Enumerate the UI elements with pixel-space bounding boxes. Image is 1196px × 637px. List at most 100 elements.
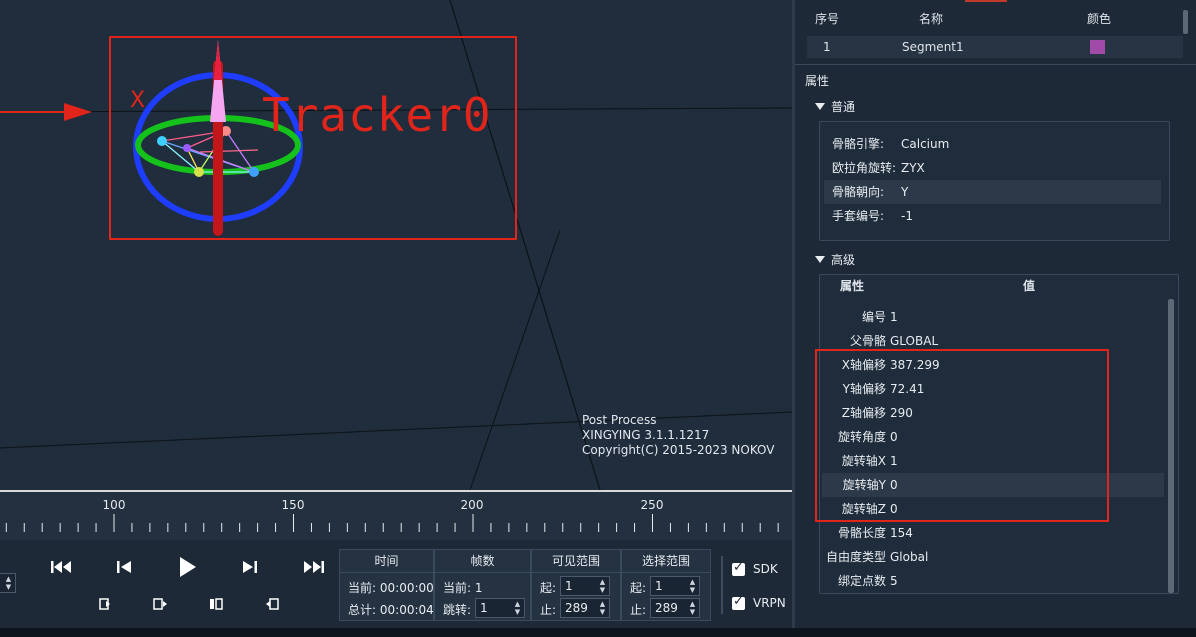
step-back-button[interactable] bbox=[112, 556, 136, 578]
selection-start-value: 1 bbox=[655, 579, 663, 593]
general-properties-box: 骨骼引擎: Calcium 欧拉角旋转: ZYX 骨骼朝向: Y 手套编号: -… bbox=[819, 121, 1170, 241]
play-button[interactable] bbox=[173, 553, 201, 581]
tracker-name-label: Tracker0 bbox=[262, 88, 492, 142]
advanced-value: 5 bbox=[890, 574, 898, 588]
advanced-row[interactable]: 编号 1 bbox=[822, 305, 1164, 329]
general-value: ZYX bbox=[901, 161, 925, 175]
axis-x-label: X bbox=[130, 88, 146, 113]
playback-controls: ▲ ▼ 时间 当前: 00:00:00 总计: 00:00:04 帧数 当前: … bbox=[0, 540, 792, 628]
frames-header: 帧数 bbox=[435, 550, 530, 573]
prev-key-icon bbox=[99, 598, 110, 610]
advanced-table-header: 属性 值 bbox=[820, 275, 1178, 297]
play-icon bbox=[180, 557, 196, 577]
advanced-value: Global bbox=[890, 550, 929, 564]
segment-name: Segment1 bbox=[902, 40, 964, 54]
segment-color-swatch[interactable] bbox=[1090, 40, 1105, 54]
time-total-label: 总计: bbox=[348, 603, 377, 617]
visible-end-label: 止: bbox=[540, 603, 557, 617]
selection-start-stepper[interactable]: 1 ▲ ▼ bbox=[650, 576, 700, 596]
watermark-line: Copyright(C) 2015-2023 NOKOV bbox=[582, 443, 775, 457]
bottom-strip bbox=[0, 628, 1196, 637]
time-current-value: 00:00:00 bbox=[379, 581, 434, 595]
general-row[interactable]: 手套编号: -1 bbox=[824, 204, 1161, 228]
advanced-key: 绑定点数 bbox=[837, 574, 886, 588]
advanced-key: 骨骼长度 bbox=[837, 526, 886, 540]
frames-jump-stepper[interactable]: 1 ▲ ▼ bbox=[475, 598, 525, 618]
next-key-icon bbox=[266, 598, 279, 610]
collapse-triangle-icon bbox=[815, 256, 825, 263]
selection-end-stepper[interactable]: 289 ▲ ▼ bbox=[650, 598, 700, 618]
mark-in-icon bbox=[153, 598, 167, 610]
tab-indicator bbox=[965, 0, 1007, 2]
segment-col-color: 颜色 bbox=[1087, 12, 1112, 26]
sdk-checkbox[interactable] bbox=[732, 560, 745, 576]
timeline-ruler[interactable]: 100 150 200 250 bbox=[0, 490, 792, 542]
3d-viewport[interactable]: X Tracker0 Post Process XINGYING 3.1.1.1… bbox=[0, 0, 792, 490]
visible-start-value: 1 bbox=[565, 579, 573, 593]
visible-end-stepper[interactable]: 289 ▲ ▼ bbox=[560, 598, 610, 618]
frames-group: 帧数 当前: 1 跳转: 1 ▲ ▼ bbox=[434, 549, 531, 621]
general-row[interactable]: 骨骼朝向: Y bbox=[824, 180, 1161, 204]
advanced-value: 1 bbox=[890, 310, 898, 324]
time-header: 时间 bbox=[340, 550, 433, 573]
advanced-key: 自由度类型 bbox=[825, 550, 886, 564]
step-forward-icon bbox=[243, 561, 257, 573]
general-key: 骨骼引擎: bbox=[832, 137, 885, 151]
mark-out-icon bbox=[210, 598, 223, 610]
visible-start-stepper[interactable]: 1 ▲ ▼ bbox=[560, 576, 610, 596]
skip-to-end-button[interactable] bbox=[301, 556, 327, 578]
advanced-section-toggle[interactable]: 高级 bbox=[815, 251, 855, 268]
selection-range-header: 选择范围 bbox=[622, 550, 710, 573]
collapse-triangle-icon bbox=[815, 103, 825, 110]
sdk-label: SDK bbox=[753, 562, 778, 576]
step-forward-button[interactable] bbox=[238, 556, 262, 578]
general-key: 骨骼朝向: bbox=[832, 185, 885, 199]
general-value: -1 bbox=[901, 209, 913, 223]
visible-end-value: 289 bbox=[565, 601, 588, 615]
vrpn-label: VRPN bbox=[753, 596, 786, 610]
advanced-row[interactable]: 自由度类型 Global bbox=[822, 545, 1164, 569]
advanced-row[interactable]: 绑定点数 5 bbox=[822, 569, 1164, 593]
time-current-label: 当前: bbox=[348, 581, 377, 595]
timeline-ticks bbox=[5, 514, 779, 532]
time-total-value: 00:00:04 bbox=[379, 603, 434, 617]
general-section-title: 普通 bbox=[831, 100, 856, 114]
general-row[interactable]: 欧拉角旋转: ZYX bbox=[824, 156, 1161, 180]
skip-to-end-icon bbox=[304, 561, 324, 573]
offset-highlight-box bbox=[815, 349, 1109, 522]
prev-key-button[interactable] bbox=[94, 596, 114, 612]
vrpn-checkbox[interactable] bbox=[732, 594, 745, 610]
segment-table: 序号 名称 颜色 1 Segment1 bbox=[807, 8, 1183, 58]
mark-in-button[interactable] bbox=[150, 596, 170, 612]
segment-index: 1 bbox=[823, 40, 831, 54]
general-value: Y bbox=[901, 185, 909, 199]
general-key: 欧拉角旋转: bbox=[832, 161, 897, 175]
segment-col-index: 序号 bbox=[815, 12, 840, 26]
right-panel: 序号 名称 颜色 1 Segment1 属性 普通 骨骼引擎: Calcium … bbox=[792, 0, 1196, 628]
segment-row[interactable]: 1 Segment1 bbox=[807, 36, 1183, 58]
general-section-toggle[interactable]: 普通 bbox=[815, 98, 855, 115]
time-current-row: 当前: 00:00:00 bbox=[348, 579, 434, 596]
advanced-scrollbar[interactable] bbox=[1168, 299, 1174, 593]
speed-stepper[interactable]: ▲ ▼ bbox=[0, 573, 16, 593]
selection-end-value: 289 bbox=[655, 601, 678, 615]
frames-current-label: 当前: bbox=[443, 581, 472, 595]
time-total-row: 总计: 00:00:04 bbox=[348, 601, 434, 618]
mark-out-button[interactable] bbox=[206, 596, 226, 612]
segment-table-header: 序号 名称 颜色 bbox=[807, 8, 1183, 30]
frames-jump-label: 跳转: bbox=[443, 603, 472, 617]
visible-range-header: 可见范围 bbox=[532, 550, 620, 573]
watermark: Post Process XINGYING 3.1.1.1217 Copyrig… bbox=[582, 413, 775, 458]
properties-title: 属性 bbox=[805, 74, 830, 88]
advanced-value: 154 bbox=[890, 526, 913, 540]
general-key: 手套编号: bbox=[832, 209, 885, 223]
frames-current-row: 当前: 1 bbox=[443, 579, 483, 596]
skip-to-start-button[interactable] bbox=[48, 556, 74, 578]
general-row[interactable]: 骨骼引擎: Calcium bbox=[824, 132, 1161, 156]
general-value: Calcium bbox=[901, 137, 950, 151]
advanced-row[interactable]: 骨骼长度 154 bbox=[822, 521, 1164, 545]
advanced-section-title: 高级 bbox=[831, 253, 856, 267]
segment-scrollbar[interactable] bbox=[1183, 10, 1188, 34]
next-key-button[interactable] bbox=[262, 596, 282, 612]
advanced-key: 编号 bbox=[861, 310, 886, 324]
